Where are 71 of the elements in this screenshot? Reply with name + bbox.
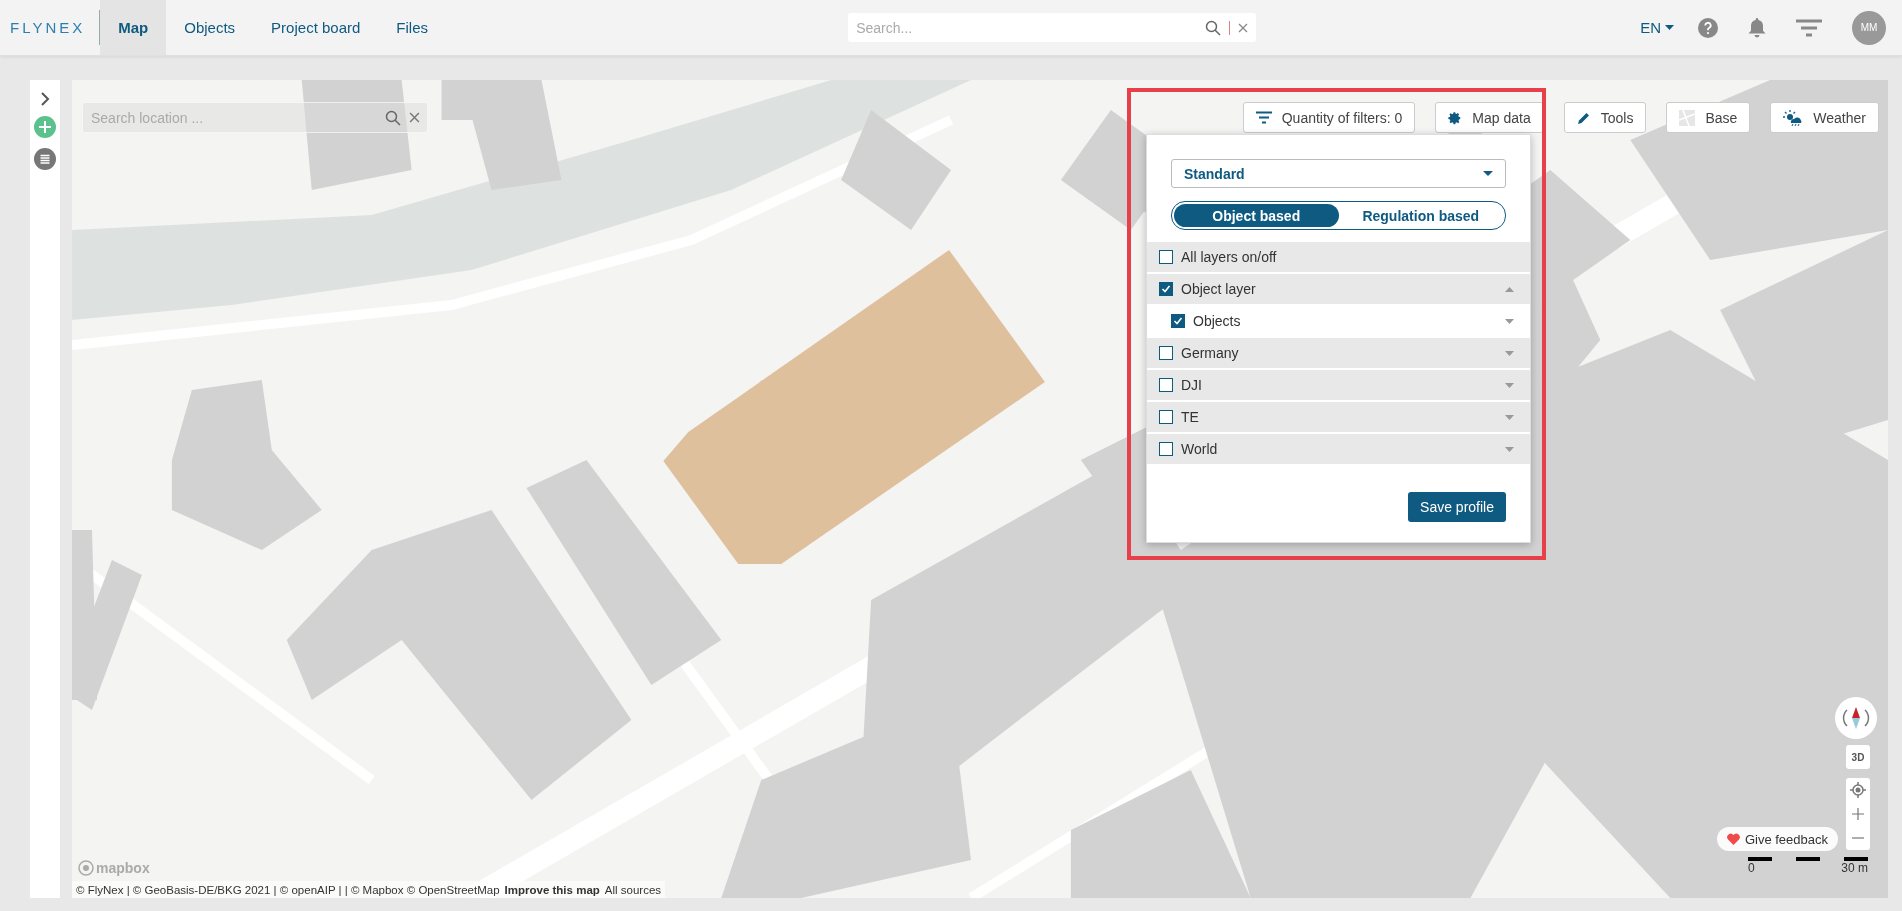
layer-row[interactable]: DJI	[1147, 370, 1530, 400]
checkbox[interactable]	[1159, 282, 1173, 296]
location-search-field[interactable]: Search location ...	[82, 102, 428, 133]
caret-icon	[1665, 25, 1674, 30]
improve-map-link[interactable]: Improve this map	[504, 883, 600, 896]
layer-label: Objects	[1193, 313, 1242, 329]
layer-row[interactable]: All layers on/off	[1147, 242, 1530, 272]
expand-icon[interactable]	[1505, 414, 1514, 420]
checkbox[interactable]	[1171, 314, 1185, 328]
list-icon[interactable]	[34, 148, 56, 170]
3d-button[interactable]: 3D	[1846, 745, 1870, 769]
filters-button[interactable]: Quantity of filters: 0	[1242, 102, 1416, 133]
feedback-button[interactable]: Give feedback	[1716, 827, 1838, 851]
mode-option[interactable]: Regulation based	[1338, 204, 1503, 227]
checkbox[interactable]	[1159, 378, 1173, 392]
layer-label: TE	[1181, 409, 1200, 425]
layer-row[interactable]: TE	[1147, 402, 1530, 432]
expand-icon[interactable]	[1505, 446, 1514, 452]
checkbox[interactable]	[1159, 410, 1173, 424]
nav-tab[interactable]: Files	[378, 0, 446, 55]
crosshair-icon	[1850, 782, 1866, 798]
scale-label: 0	[1748, 861, 1755, 875]
layer-row[interactable]: Object layer	[1147, 274, 1530, 304]
all-sources-link[interactable]: All sources	[604, 883, 662, 896]
search-icon[interactable]	[385, 109, 401, 126]
map-thumbnail-icon	[1679, 109, 1696, 126]
nav-tab[interactable]: Objects	[166, 0, 254, 55]
layer-label: All layers on/off	[1181, 249, 1278, 265]
filter-icon	[1255, 111, 1272, 124]
mode-option[interactable]: Object based	[1174, 204, 1339, 227]
scale-label: 30 m	[1841, 861, 1868, 875]
nav-tab[interactable]: Map	[100, 0, 167, 55]
chevron-right-icon[interactable]	[40, 92, 50, 106]
checkbox[interactable]	[1159, 250, 1173, 264]
map-tool-button[interactable]: Map data	[1435, 102, 1544, 133]
profile-dropdown[interactable]: Standard	[1171, 159, 1506, 188]
gear-icon	[1448, 110, 1463, 125]
layer-label: Object layer	[1181, 281, 1257, 297]
layer-row[interactable]: Germany	[1147, 338, 1530, 368]
attribution-text: © FlyNex | © GeoBasis-DE/BKG 2021 | © openAIP | | © Mapbox © OpenStreetMap	[76, 883, 500, 896]
help-icon[interactable]	[1698, 17, 1718, 38]
close-icon[interactable]	[409, 112, 420, 123]
map-tool-button[interactable]: Base	[1666, 102, 1751, 133]
expand-icon[interactable]	[1505, 382, 1514, 388]
layer-label: World	[1181, 441, 1219, 457]
heart-icon	[1726, 833, 1740, 845]
layer-label: Germany	[1181, 345, 1240, 361]
layer-label: DJI	[1181, 377, 1203, 393]
search-icon[interactable]	[1205, 19, 1222, 36]
plus-icon	[1852, 808, 1864, 820]
search-field[interactable]: Search...	[848, 13, 1257, 42]
expand-icon[interactable]	[1505, 318, 1514, 324]
nav-tab[interactable]: Project board	[253, 0, 379, 55]
checkbox[interactable]	[1159, 346, 1173, 360]
map-tool-button[interactable]: Tools	[1563, 102, 1647, 133]
bell-icon[interactable]	[1748, 17, 1766, 38]
sun-cloud-icon	[1783, 109, 1804, 126]
collapse-icon[interactable]	[1505, 286, 1514, 292]
compass-icon	[1841, 705, 1871, 731]
pencil-icon	[1576, 110, 1591, 125]
save-profile-button[interactable]: Save profile	[1408, 492, 1506, 522]
map-tool-button[interactable]: Weather	[1770, 102, 1879, 133]
checkbox[interactable]	[1159, 442, 1173, 456]
caret-icon	[1483, 171, 1493, 176]
language-selector[interactable]: EN	[1640, 19, 1674, 36]
minus-icon	[1852, 837, 1864, 839]
expand-icon[interactable]	[1505, 350, 1514, 356]
add-icon[interactable]	[34, 116, 56, 138]
filter-icon[interactable]	[1796, 18, 1822, 37]
layer-row[interactable]: World	[1147, 434, 1530, 464]
close-icon[interactable]	[1238, 22, 1249, 33]
